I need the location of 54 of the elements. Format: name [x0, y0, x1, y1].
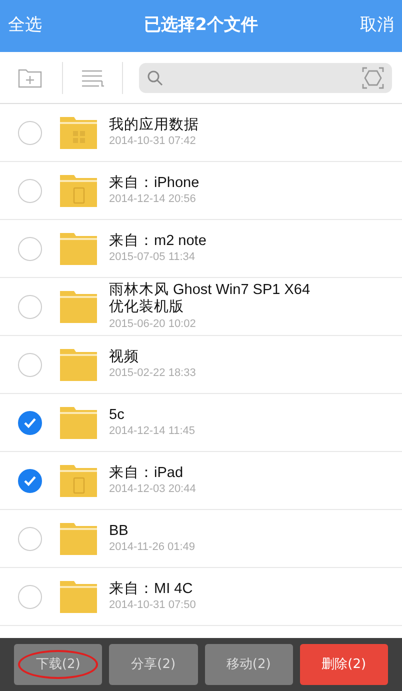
file-date: 2015-06-20 10:02	[109, 316, 197, 332]
select-checkbox[interactable]	[18, 120, 42, 144]
file-row[interactable]: 来自：iPhone 2014-12-14 20:56	[0, 162, 402, 220]
file-name: BB	[109, 522, 130, 540]
check-icon	[23, 474, 37, 486]
folder-icon	[60, 522, 97, 554]
file-row[interactable]: 来自：MI 4C 2014-10-31 07:50	[0, 568, 402, 626]
select-checkbox[interactable]	[18, 352, 42, 376]
file-row[interactable]: 来自：m2 note 2015-07-05 11:34	[0, 220, 402, 278]
file-date: 2014-12-03 20:44	[109, 482, 196, 496]
file-name: 来自：m2 note	[109, 232, 206, 250]
new-folder-icon[interactable]	[18, 68, 42, 88]
folder-icon	[60, 290, 97, 322]
file-date: 2014-10-31 07:50	[109, 598, 196, 612]
delete-button[interactable]: 删除(2)	[300, 644, 388, 685]
screen-title: 已选择2个文件	[144, 14, 258, 38]
folder-icon	[60, 232, 97, 264]
file-date: 2014-12-14 20:56	[109, 192, 197, 206]
sort-list-icon[interactable]	[81, 68, 105, 86]
device-folder-icon	[60, 174, 97, 206]
folder-icon	[60, 406, 97, 438]
file-name: 视频	[109, 348, 140, 366]
file-date: 2015-07-05 11:34	[109, 250, 196, 264]
select-checkbox[interactable]	[18, 468, 42, 492]
select-checkbox[interactable]	[18, 526, 42, 550]
file-name: 我的应用数据	[109, 116, 199, 134]
folder-icon	[60, 580, 97, 612]
check-icon	[23, 416, 37, 428]
file-date: 2015-02-22 18:33	[109, 366, 196, 380]
search-icon	[147, 70, 163, 86]
select-checkbox[interactable]	[18, 294, 42, 318]
file-name: 雨林木风 Ghost Win7 SP1 X64 优化装机版	[109, 282, 312, 317]
file-row[interactable]: 雨林木风 Ghost Win7 SP1 X64 优化装机版 2015-06-20 10:02	[0, 278, 402, 336]
file-row[interactable]: 我的应用数据 2014-10-31 07:42	[0, 104, 402, 162]
select-checkbox[interactable]	[18, 584, 42, 608]
select-checkbox[interactable]	[18, 410, 42, 434]
app-folder-icon	[60, 116, 97, 148]
select-checkbox[interactable]	[18, 236, 42, 260]
file-name: 来自：MI 4C	[109, 580, 194, 598]
file-row[interactable]: BB 2014-11-26 01:49	[0, 510, 402, 568]
file-row[interactable]: 视频 2015-02-22 18:33	[0, 336, 402, 394]
file-date: 2014-12-14 11:45	[109, 424, 196, 438]
file-name: 来自：iPad	[109, 464, 184, 482]
file-date: 2014-10-31 07:42	[109, 134, 197, 148]
file-date: 2014-11-26 01:49	[109, 540, 196, 554]
file-name: 5c	[109, 406, 126, 424]
folder-icon	[60, 348, 97, 380]
file-name: 来自：iPhone	[109, 174, 200, 192]
file-row[interactable]: 来自：iPad 2014-12-03 20:44	[0, 452, 402, 510]
scan-icon[interactable]	[362, 66, 384, 88]
search-field[interactable]	[139, 62, 392, 92]
file-row[interactable]: 5c 2014-12-14 11:45	[0, 394, 402, 452]
select-checkbox[interactable]	[18, 178, 42, 202]
device-folder-icon	[60, 464, 97, 496]
